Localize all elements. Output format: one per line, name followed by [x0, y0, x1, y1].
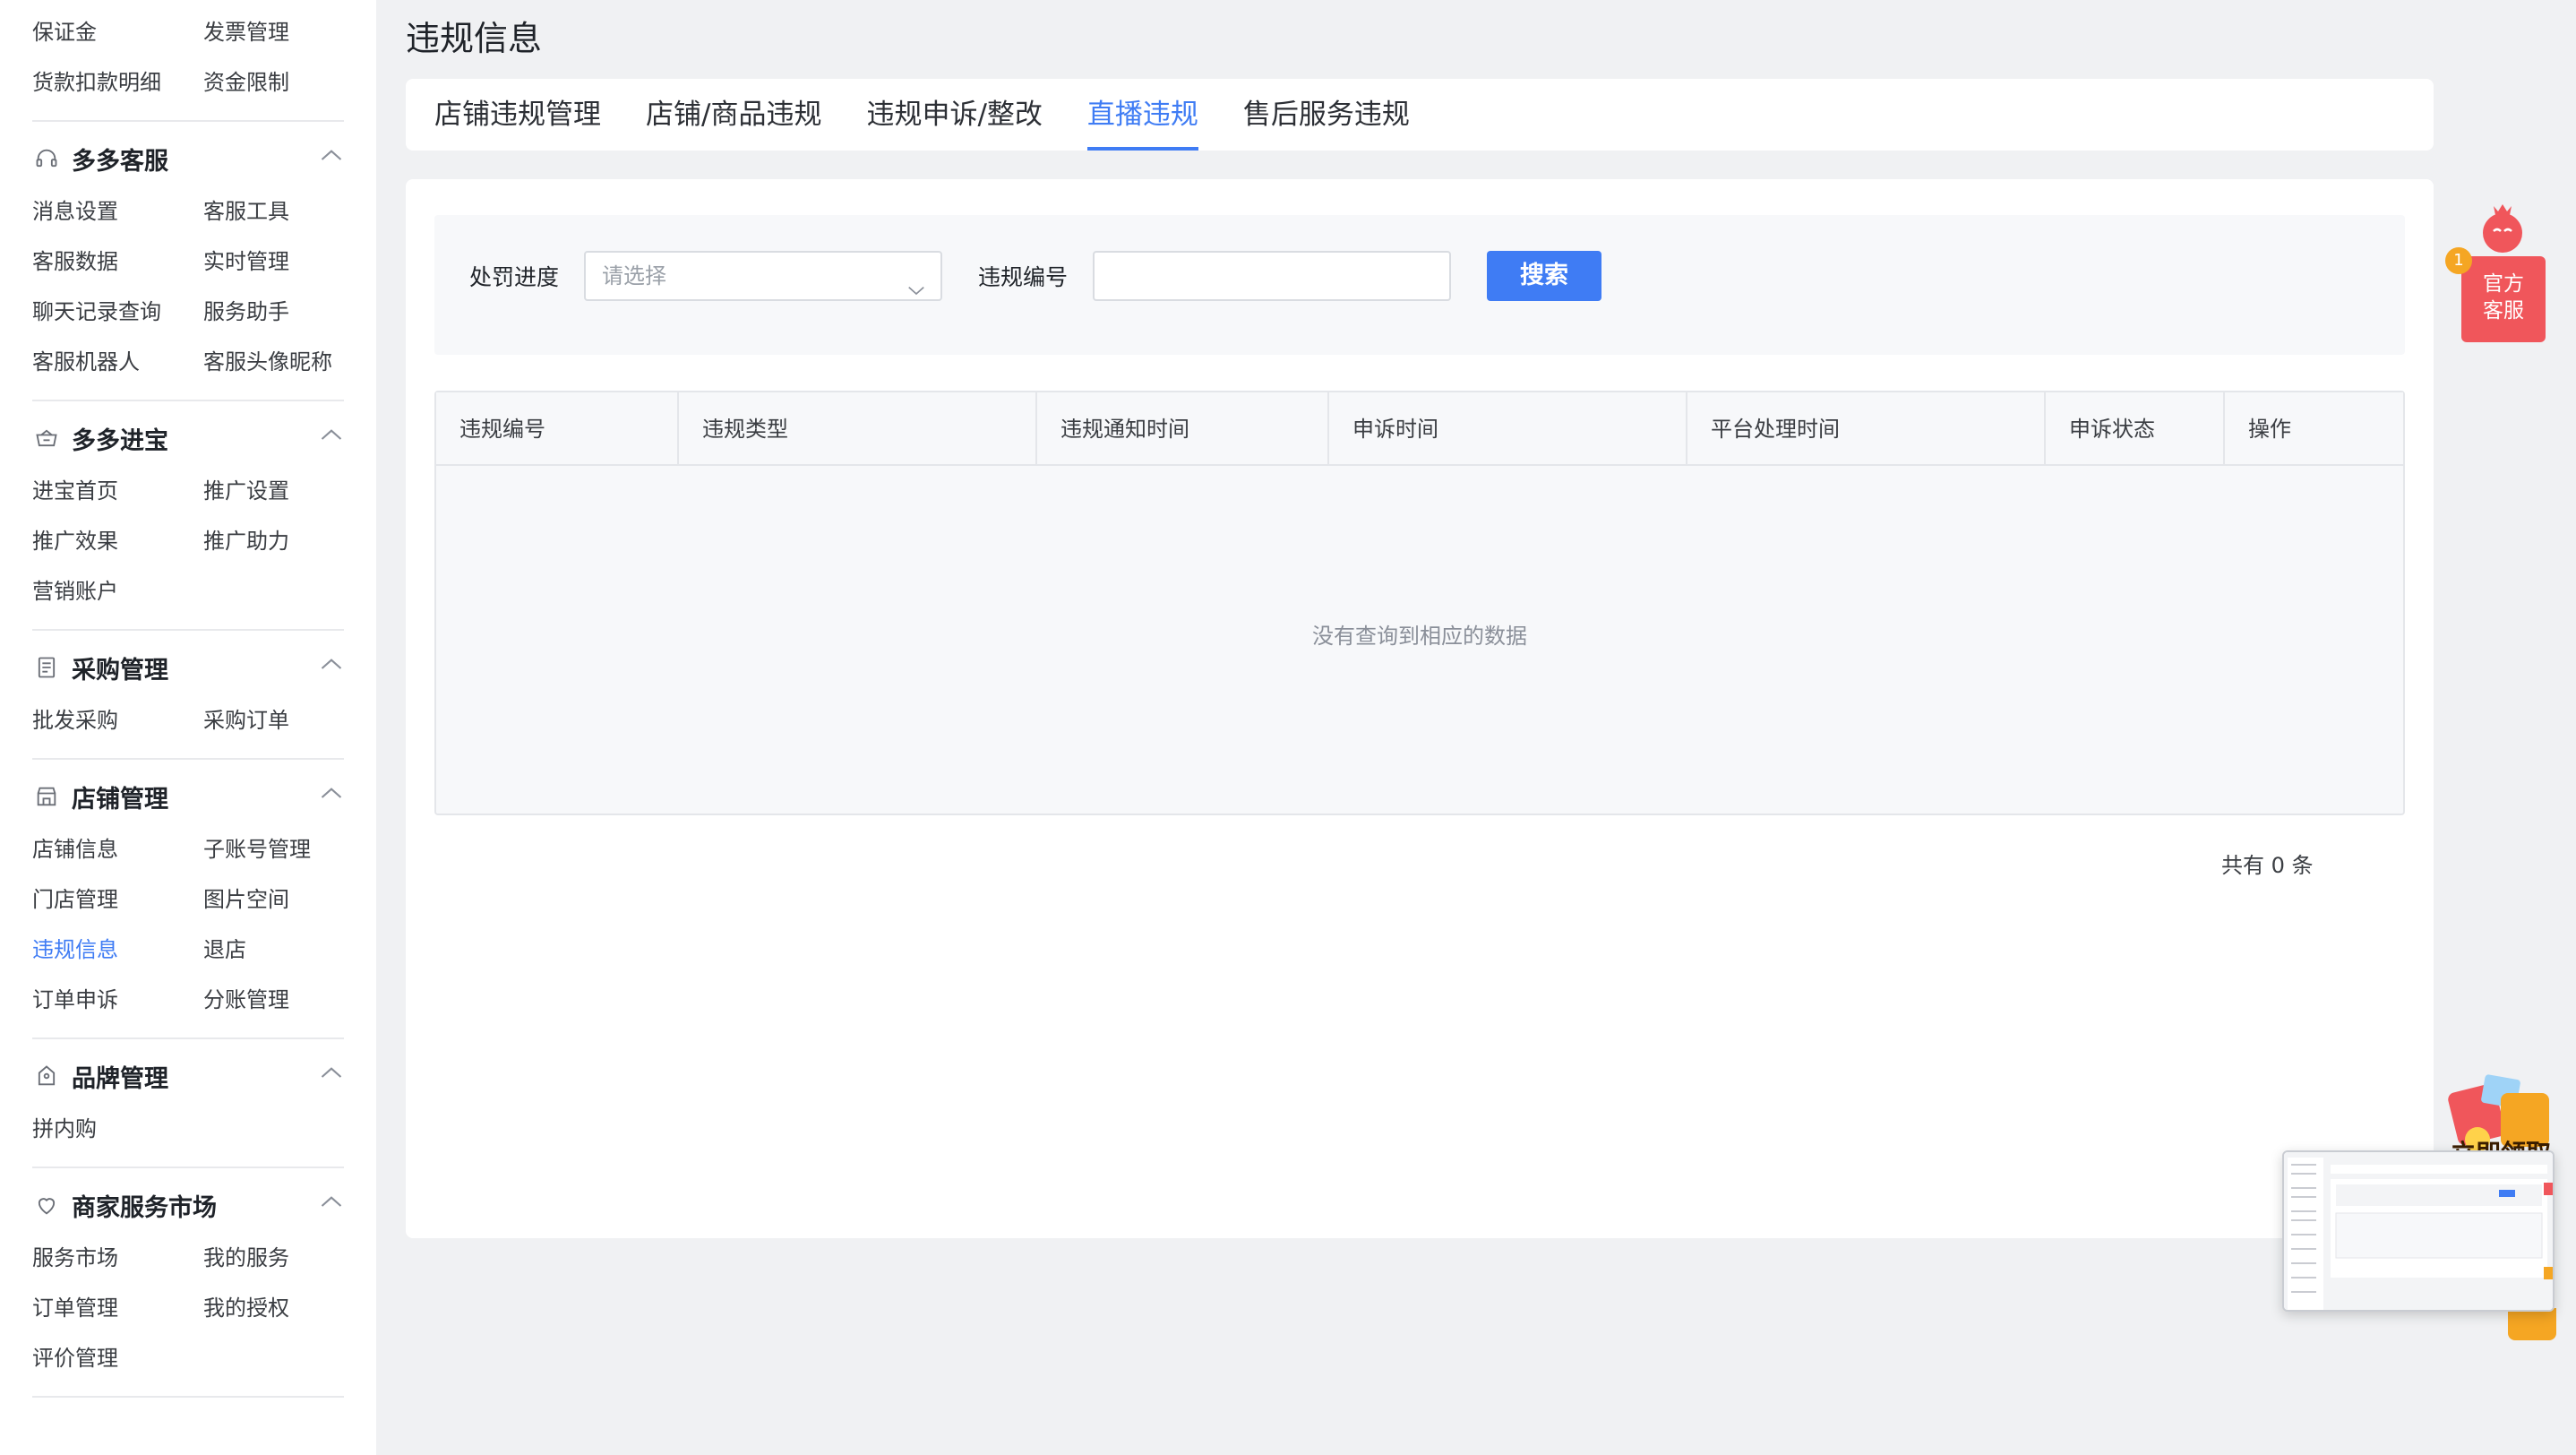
sidebar: 保证金 发票管理 货款扣款明细 资金限制 多多客服 消息设置 客服工具 客服数据… — [0, 0, 376, 1455]
sidebar-item-cs-robot[interactable]: 客服机器人 — [32, 337, 203, 387]
sidebar-section-header[interactable]: 商家服务市场 — [32, 1177, 344, 1233]
sidebar-item-purchase-orders[interactable]: 采购订单 — [203, 695, 344, 745]
treasure-icon — [32, 424, 61, 452]
sidebar-item-close-store[interactable]: 退店 — [203, 925, 344, 975]
sidebar-section-title: 多多客服 — [72, 147, 168, 176]
store-icon — [32, 782, 61, 811]
sidebar-item-violation-info[interactable]: 违规信息 — [32, 925, 203, 975]
tab-violation-appeal[interactable]: 违规申诉/整改 — [866, 79, 1042, 151]
sidebar-section-header[interactable]: 多多进宝 — [32, 410, 344, 466]
mascot-icon — [2483, 204, 2522, 253]
column-header: 违规类型 — [679, 392, 1037, 464]
sidebar-item-service-assistant[interactable]: 服务助手 — [203, 287, 344, 337]
progress-select[interactable]: 请选择 — [584, 251, 942, 301]
sidebar-item-store-info[interactable]: 店铺信息 — [32, 824, 203, 874]
sidebar-section-header[interactable]: 店铺管理 — [32, 769, 344, 824]
progress-select-placeholder: 请选择 — [602, 263, 666, 288]
tab-store-violation-management[interactable]: 店铺违规管理 — [434, 79, 601, 151]
sidebar-item-cs-avatar[interactable]: 客服头像昵称 — [203, 337, 344, 387]
screenshot-thumbnail[interactable] — [2282, 1150, 2555, 1312]
chevron-up-icon[interactable] — [319, 656, 344, 674]
sidebar-item-service-market[interactable]: 服务市场 — [32, 1233, 203, 1283]
sidebar-section-header[interactable]: 多多客服 — [32, 131, 344, 186]
sidebar-item-split-account[interactable]: 分账管理 — [203, 975, 344, 1025]
search-button[interactable]: 搜索 — [1487, 251, 1601, 301]
official-service-widget[interactable]: 官方 客服 1 — [2445, 197, 2546, 344]
sidebar-section-title: 商家服务市场 — [72, 1193, 217, 1222]
sidebar-item-cs-tools[interactable]: 客服工具 — [203, 186, 344, 237]
column-header: 平台处理时间 — [1687, 392, 2046, 464]
sidebar-item-deduction-detail[interactable]: 货款扣款明细 — [32, 57, 203, 108]
headset-icon — [32, 144, 61, 173]
service-label-line2: 客服 — [2483, 299, 2524, 323]
progress-label: 处罚进度 — [469, 264, 560, 290]
table-header: 违规编号 违规类型 违规通知时间 申诉时间 平台处理时间 申诉状态 操作 — [436, 392, 2403, 466]
pagination-total: 共有 0 条 — [2221, 853, 2314, 878]
official-service-button[interactable]: 官方 客服 — [2461, 256, 2546, 342]
violation-table: 违规编号 违规类型 违规通知时间 申诉时间 平台处理时间 申诉状态 操作 没有查… — [434, 391, 2405, 815]
sidebar-item-jinbao-home[interactable]: 进宝首页 — [32, 466, 203, 516]
sidebar-item-promo-settings[interactable]: 推广设置 — [203, 466, 344, 516]
tab-store-product-violation[interactable]: 店铺/商品违规 — [646, 79, 821, 151]
sidebar-section-customer-service: 多多客服 消息设置 客服工具 客服数据 实时管理 聊天记录查询 服务助手 客服机… — [32, 131, 344, 401]
sidebar-section-brand: 品牌管理 拼内购 — [32, 1048, 344, 1168]
sidebar-item-chat-history[interactable]: 聊天记录查询 — [32, 287, 203, 337]
sidebar-section-purchase: 采购管理 批发采购 采购订单 — [32, 640, 344, 760]
sidebar-item-my-authorization[interactable]: 我的授权 — [203, 1283, 344, 1333]
sidebar-item-promo-boost[interactable]: 推广助力 — [203, 516, 344, 566]
page-title: 违规信息 — [406, 19, 543, 58]
sidebar-item-realtime[interactable]: 实时管理 — [203, 237, 344, 287]
sidebar-item-message-settings[interactable]: 消息设置 — [32, 186, 203, 237]
chevron-up-icon[interactable] — [319, 1064, 344, 1082]
violation-number-input[interactable] — [1093, 251, 1451, 301]
brand-tag-icon — [32, 1062, 61, 1090]
column-header: 违规通知时间 — [1037, 392, 1329, 464]
tab-after-sales-violation[interactable]: 售后服务违规 — [1243, 79, 1410, 151]
chevron-up-icon[interactable] — [319, 147, 344, 165]
sidebar-section-title: 采购管理 — [72, 656, 168, 684]
sidebar-item-cs-data[interactable]: 客服数据 — [32, 237, 203, 287]
sidebar-item-fund-limit[interactable]: 资金限制 — [203, 57, 344, 108]
book-icon — [32, 653, 61, 682]
tab-live-violation[interactable]: 直播违规 — [1086, 79, 1198, 151]
heart-icon — [32, 1191, 61, 1219]
sidebar-item-promo-effect[interactable]: 推广效果 — [32, 516, 203, 566]
sidebar-section-title: 品牌管理 — [72, 1064, 168, 1093]
column-header: 违规编号 — [436, 392, 679, 464]
sidebar-item-wholesale[interactable]: 批发采购 — [32, 695, 203, 745]
sidebar-section-header[interactable]: 采购管理 — [32, 640, 344, 695]
chevron-up-icon[interactable] — [319, 426, 344, 444]
violation-number-label: 违规编号 — [978, 264, 1069, 290]
chevron-down-icon — [906, 267, 926, 296]
sidebar-section-jinbao: 多多进宝 进宝首页 推广设置 推广效果 推广助力 营销账户 — [32, 410, 344, 631]
sidebar-item-deposit[interactable]: 保证金 — [32, 7, 203, 57]
sidebar-section-service-market: 商家服务市场 服务市场 我的服务 订单管理 我的授权 评价管理 — [32, 1177, 344, 1398]
sidebar-section-title: 多多进宝 — [72, 426, 168, 455]
sidebar-item-shop-management[interactable]: 门店管理 — [32, 874, 203, 925]
sidebar-section-store: 店铺管理 店铺信息 子账号管理 门店管理 图片空间 违规信息 退店 订单申诉 分… — [32, 769, 344, 1039]
column-header: 操作 — [2248, 417, 2291, 442]
sidebar-section-header[interactable]: 品牌管理 — [32, 1048, 344, 1104]
sidebar-section-finance: 保证金 发票管理 货款扣款明细 资金限制 — [32, 0, 344, 122]
chevron-up-icon[interactable] — [319, 785, 344, 803]
chevron-up-icon[interactable] — [319, 1193, 344, 1211]
empty-state-text: 没有查询到相应的数据 — [1312, 624, 1527, 649]
sidebar-item-my-services[interactable]: 我的服务 — [203, 1233, 344, 1283]
sidebar-item-marketing-account[interactable]: 营销账户 — [32, 566, 203, 616]
promo-bar — [2508, 1308, 2556, 1340]
violation-tabs: 店铺违规管理 店铺/商品违规 违规申诉/整改 直播违规 售后服务违规 — [406, 79, 2434, 151]
thumbnail-preview-image — [2284, 1152, 2553, 1310]
sidebar-item-pin-neigou[interactable]: 拼内购 — [32, 1104, 203, 1154]
service-label-line1: 官方 — [2483, 272, 2524, 296]
sidebar-item-invoice[interactable]: 发票管理 — [203, 7, 344, 57]
column-header: 申诉状态 — [2046, 392, 2225, 464]
sidebar-item-image-space[interactable]: 图片空间 — [203, 874, 344, 925]
sidebar-item-order-appeal[interactable]: 订单申诉 — [32, 975, 203, 1025]
sidebar-item-review-management[interactable]: 评价管理 — [32, 1333, 203, 1383]
column-header: 申诉时间 — [1329, 392, 1687, 464]
sidebar-item-sub-accounts[interactable]: 子账号管理 — [203, 824, 344, 874]
sidebar-item-order-management[interactable]: 订单管理 — [32, 1283, 203, 1333]
notification-badge: 1 — [2445, 247, 2472, 274]
sidebar-section-title: 店铺管理 — [72, 785, 168, 814]
